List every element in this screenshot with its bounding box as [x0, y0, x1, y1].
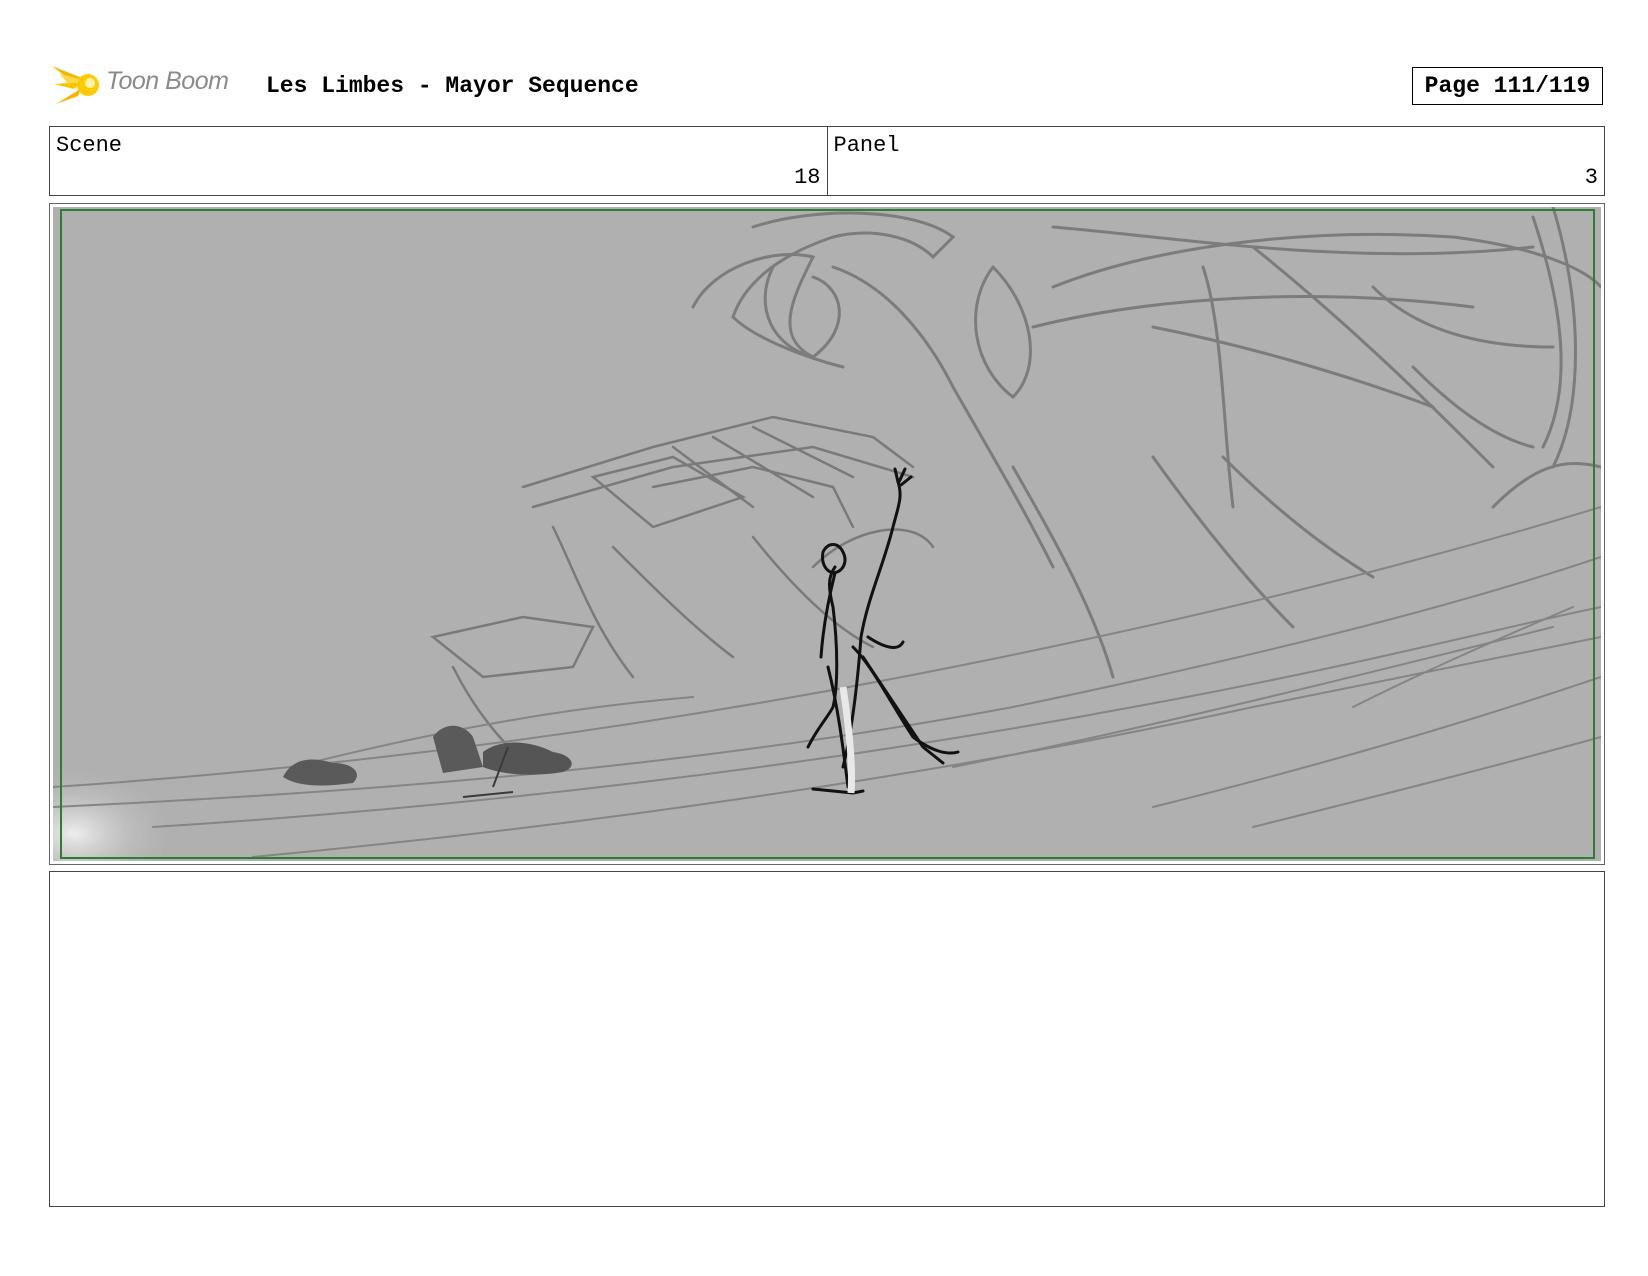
logo-wordmark: Toon Boom [106, 67, 229, 95]
page-number: Page 111/119 [1412, 67, 1603, 105]
storyboard-sketch [53, 207, 1601, 861]
document-title: Les Limbes - Mayor Sequence [266, 73, 639, 99]
scene-label: Scene [56, 133, 123, 158]
scene-cell: Scene 18 [50, 127, 827, 195]
scene-panel-info: Scene 18 Panel 3 [49, 126, 1605, 196]
panel-number: 3 [1584, 165, 1598, 190]
comet-logo-icon [52, 66, 99, 104]
scene-number: 18 [794, 165, 821, 190]
panel-notes-box[interactable] [49, 871, 1605, 1207]
panel-cell: Panel 3 [826, 127, 1605, 195]
storyboard-panel [49, 203, 1605, 865]
toon-boom-logo: Toon Boom [52, 58, 252, 112]
panel-label: Panel [833, 133, 900, 158]
